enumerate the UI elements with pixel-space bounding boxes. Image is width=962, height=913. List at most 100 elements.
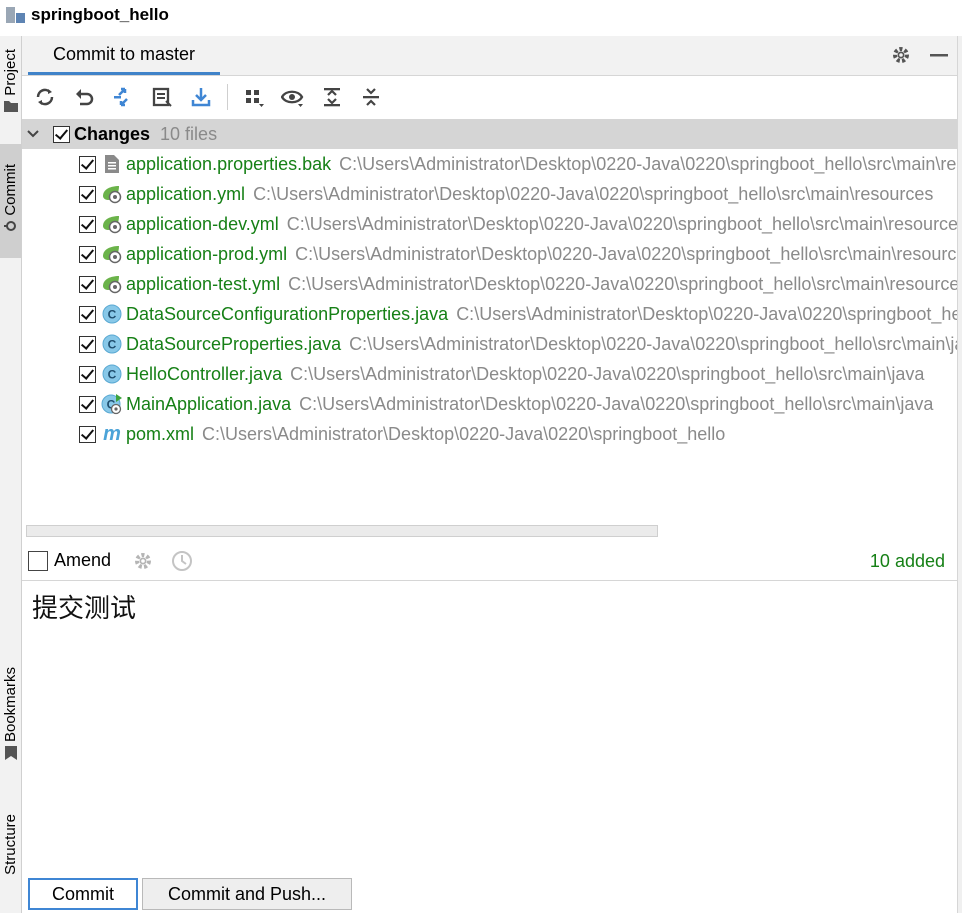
file-path: C:\Users\Administrator\Desktop\0220-Java… bbox=[288, 273, 957, 294]
file-row[interactable]: C DataSourceConfigurationProperties.java… bbox=[22, 299, 957, 329]
title-bar: springboot_hello bbox=[0, 0, 962, 30]
left-tool-strip: Project Commit Bookmarks Structure bbox=[0, 36, 22, 913]
commit-button[interactable]: Commit bbox=[28, 878, 138, 910]
svg-text:C: C bbox=[108, 368, 117, 382]
commit-toolbar bbox=[22, 76, 957, 118]
tool-window-header: Commit to master bbox=[22, 36, 957, 76]
file-checkbox[interactable] bbox=[79, 305, 96, 323]
rollback-icon[interactable] bbox=[71, 84, 97, 110]
file-row[interactable]: application-dev.yml C:\Users\Administrat… bbox=[22, 209, 957, 239]
spring-config-icon bbox=[101, 243, 123, 265]
gear-icon[interactable] bbox=[891, 45, 911, 70]
file-checkbox[interactable] bbox=[79, 335, 96, 353]
commit-icon bbox=[3, 219, 18, 238]
collapse-all-icon[interactable] bbox=[358, 84, 384, 110]
status-added-count: 10 added bbox=[869, 551, 945, 571]
file-checkbox[interactable] bbox=[79, 425, 96, 443]
file-checkbox[interactable] bbox=[79, 155, 96, 173]
file-name: application.properties.bak bbox=[126, 153, 332, 174]
tab-commit-to-master[interactable]: Commit to master bbox=[28, 36, 220, 75]
right-edge-panel bbox=[957, 36, 962, 913]
side-tab-label: Structure bbox=[2, 813, 19, 875]
file-row[interactable]: C HelloController.java C:\Users\Administ… bbox=[22, 359, 957, 389]
spring-config-icon bbox=[101, 273, 123, 295]
amend-checkbox[interactable] bbox=[28, 550, 48, 571]
changelist-icon[interactable] bbox=[149, 84, 175, 110]
file-row[interactable]: C MainApplication.java C:\Users\Administ… bbox=[22, 389, 957, 419]
minimize-icon[interactable] bbox=[929, 45, 949, 70]
maven-icon: m bbox=[101, 423, 123, 445]
toolbar-separator bbox=[227, 84, 228, 110]
horizontal-scrollbar[interactable] bbox=[26, 525, 658, 537]
file-checkbox[interactable] bbox=[79, 395, 96, 413]
file-name: application-prod.yml bbox=[126, 243, 288, 264]
file-path: C:\Users\Administrator\Desktop\0220-Java… bbox=[299, 393, 934, 414]
amend-label[interactable]: Amend bbox=[54, 550, 111, 571]
file-row[interactable]: application-prod.yml C:\Users\Administra… bbox=[22, 239, 957, 269]
refresh-icon[interactable] bbox=[32, 84, 58, 110]
side-tab-project[interactable]: Project bbox=[0, 42, 21, 124]
file-name: application-dev.yml bbox=[126, 213, 279, 234]
java-class-icon: C bbox=[101, 303, 123, 325]
file-name: DataSourceConfigurationProperties.java bbox=[126, 303, 449, 324]
file-name: application.yml bbox=[126, 183, 246, 204]
file-checkbox[interactable] bbox=[79, 365, 96, 383]
project-module-icon bbox=[5, 5, 27, 25]
group-by-icon[interactable] bbox=[241, 84, 267, 110]
file-checkbox[interactable] bbox=[79, 275, 96, 293]
svg-text:m: m bbox=[103, 425, 121, 443]
diff-icon[interactable] bbox=[110, 84, 136, 110]
expand-all-icon[interactable] bbox=[319, 84, 345, 110]
file-path: C:\Users\Administrator\Desktop\0220-Java… bbox=[202, 423, 726, 444]
commit-and-push-button[interactable]: Commit and Push... bbox=[142, 878, 352, 910]
java-class-icon: C bbox=[101, 363, 123, 385]
folder-icon bbox=[3, 99, 18, 117]
file-row[interactable]: C DataSourceProperties.java C:\Users\Adm… bbox=[22, 329, 957, 359]
changes-group-label: Changes bbox=[74, 123, 151, 144]
side-tab-label: Bookmarks bbox=[2, 666, 19, 743]
file-checkbox[interactable] bbox=[79, 215, 96, 233]
file-name: DataSourceProperties.java bbox=[126, 333, 342, 354]
spring-config-icon bbox=[101, 183, 123, 205]
gear-icon[interactable] bbox=[133, 551, 153, 571]
history-clock-icon[interactable] bbox=[171, 550, 193, 572]
file-name: pom.xml bbox=[126, 423, 195, 444]
changes-count: 10 files bbox=[160, 123, 218, 144]
file-name: MainApplication.java bbox=[126, 393, 292, 414]
side-tab-label: Commit bbox=[2, 163, 19, 216]
changes-tree: Changes 10 files application.properties.… bbox=[22, 119, 957, 527]
text-file-icon bbox=[101, 153, 123, 175]
file-checkbox[interactable] bbox=[79, 185, 96, 203]
side-tab-commit[interactable]: Commit bbox=[0, 144, 21, 258]
bookmark-icon bbox=[4, 746, 17, 765]
chevron-down-icon[interactable] bbox=[27, 129, 41, 139]
file-checkbox[interactable] bbox=[79, 245, 96, 263]
file-path: C:\Users\Administrator\Desktop\0220-Java… bbox=[295, 243, 957, 264]
spring-config-icon bbox=[101, 213, 123, 235]
java-class-icon: C bbox=[101, 333, 123, 355]
view-options-icon[interactable] bbox=[280, 84, 306, 110]
file-path: C:\Users\Administrator\Desktop\0220-Java… bbox=[456, 303, 957, 324]
side-tab-label: Project bbox=[2, 48, 19, 96]
changes-group-row[interactable]: Changes 10 files bbox=[22, 119, 957, 149]
commit-tool-window: Commit to master Changes 10 files applic… bbox=[22, 36, 957, 913]
file-path: C:\Users\Administrator\Desktop\0220-Java… bbox=[339, 153, 957, 174]
file-row[interactable]: application-test.yml C:\Users\Administra… bbox=[22, 269, 957, 299]
side-tab-bookmarks[interactable]: Bookmarks bbox=[0, 656, 21, 776]
update-icon[interactable] bbox=[188, 84, 214, 110]
changes-group-checkbox[interactable] bbox=[53, 125, 70, 143]
commit-message-input[interactable]: 提交测试 bbox=[32, 588, 136, 625]
file-row[interactable]: application.properties.bak C:\Users\Admi… bbox=[22, 149, 957, 179]
svg-text:C: C bbox=[108, 308, 117, 322]
file-name: HelloController.java bbox=[126, 363, 283, 384]
amend-bar: Amend 10 added bbox=[22, 541, 957, 581]
side-tab-structure[interactable]: Structure bbox=[0, 804, 21, 884]
file-path: C:\Users\Administrator\Desktop\0220-Java… bbox=[286, 213, 957, 234]
svg-text:C: C bbox=[108, 338, 117, 352]
file-row[interactable]: application.yml C:\Users\Administrator\D… bbox=[22, 179, 957, 209]
spring-app-icon: C bbox=[101, 393, 123, 415]
file-name: application-test.yml bbox=[126, 273, 281, 294]
file-path: C:\Users\Administrator\Desktop\0220-Java… bbox=[349, 333, 957, 354]
file-row[interactable]: m pom.xml C:\Users\Administrator\Desktop… bbox=[22, 419, 957, 449]
file-path: C:\Users\Administrator\Desktop\0220-Java… bbox=[290, 363, 925, 384]
